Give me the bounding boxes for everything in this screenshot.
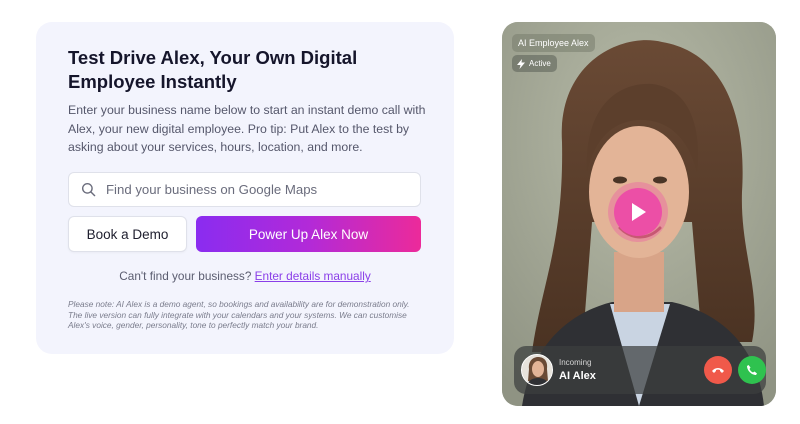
enter-details-link[interactable]: Enter details manually — [255, 269, 371, 283]
bolt-icon — [516, 58, 526, 69]
call-status: Incoming — [559, 358, 592, 367]
book-demo-button[interactable]: Book a Demo — [68, 216, 187, 252]
demo-description: Enter your business name below to start … — [68, 103, 426, 154]
demo-card: Test Drive Alex, Your Own Digital Employ… — [36, 22, 454, 354]
play-button[interactable] — [614, 188, 662, 236]
phone-icon — [746, 364, 758, 376]
decline-call-button[interactable] — [704, 356, 732, 384]
incoming-call-bar: Incoming AI Alex — [514, 346, 766, 394]
cant-find-row: Can't find your business? Enter details … — [36, 269, 454, 283]
accept-call-button[interactable] — [738, 356, 766, 384]
employee-label: AI Employee Alex — [512, 34, 595, 52]
cant-find-text: Can't find your business? — [119, 269, 252, 283]
power-up-button[interactable]: Power Up Alex Now — [196, 216, 421, 252]
demo-title: Test Drive Alex, Your Own Digital Employ… — [68, 47, 358, 92]
search-icon — [81, 182, 97, 198]
hang-up-icon — [711, 366, 725, 374]
business-search-input[interactable] — [106, 182, 420, 197]
video-call-card: AI Employee Alex Active Incoming AI Alex — [502, 22, 776, 406]
disclaimer-note: Please note: AI Alex is a demo agent, so… — [68, 299, 410, 331]
play-icon — [629, 202, 647, 222]
caller-avatar — [521, 354, 553, 386]
business-search-field[interactable] — [68, 172, 421, 207]
caller-name: AI Alex — [559, 370, 596, 382]
status-label: Active — [529, 59, 551, 68]
status-badge: Active — [512, 55, 557, 72]
